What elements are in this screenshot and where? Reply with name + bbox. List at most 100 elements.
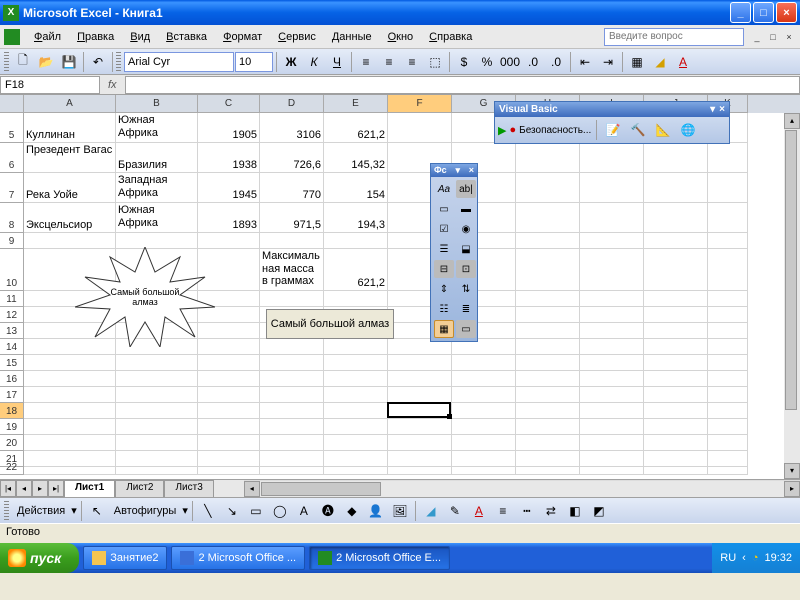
align-center-icon[interactable]: ≡ (378, 51, 400, 73)
save-icon[interactable]: 💾 (58, 51, 80, 73)
cell[interactable] (516, 291, 580, 307)
sheet-tab[interactable]: Лист2 (115, 480, 164, 497)
percent-icon[interactable]: % (476, 51, 498, 73)
cell[interactable]: Река Уойе (24, 173, 116, 203)
row-header[interactable]: 18 (0, 403, 24, 419)
cell[interactable] (260, 419, 324, 435)
row-header[interactable]: 9 (0, 233, 24, 249)
vb-close-icon[interactable]: × (719, 104, 725, 115)
row-header[interactable]: 16 (0, 371, 24, 387)
combolist-control-icon[interactable]: ⊟ (434, 260, 454, 278)
cell[interactable]: 621,2 (324, 249, 388, 291)
cell[interactable] (324, 451, 388, 467)
fc-close-icon[interactable]: × (469, 165, 474, 176)
fill-color-icon[interactable]: ◢ (420, 500, 442, 522)
cell[interactable] (580, 355, 644, 371)
help-question-input[interactable] (604, 28, 744, 46)
select-all-corner[interactable] (0, 95, 24, 113)
menu-данные[interactable]: Данные (324, 28, 380, 46)
edit-control-icon[interactable]: ab| (456, 180, 476, 198)
cell[interactable] (388, 113, 452, 143)
cell[interactable] (260, 291, 324, 307)
cell[interactable] (260, 355, 324, 371)
menu-правка[interactable]: Правка (69, 28, 122, 46)
cell[interactable] (708, 249, 748, 291)
column-header[interactable]: C (198, 95, 260, 113)
cell[interactable] (644, 355, 708, 371)
cell[interactable] (116, 355, 198, 371)
column-header[interactable]: D (260, 95, 324, 113)
decrease-decimal-icon[interactable]: .0 (545, 51, 567, 73)
cell[interactable] (516, 233, 580, 249)
cell[interactable] (260, 339, 324, 355)
cell[interactable] (644, 435, 708, 451)
script-editor-icon[interactable]: 🌐 (677, 119, 699, 141)
v-scroll-thumb[interactable] (785, 130, 797, 410)
cell[interactable]: 1938 (198, 143, 260, 173)
design-mode-icon[interactable]: 📐 (652, 119, 674, 141)
cell[interactable] (708, 403, 748, 419)
fx-icon[interactable]: fx (100, 79, 125, 91)
cell[interactable] (644, 323, 708, 339)
toolbar-grip[interactable] (4, 52, 9, 72)
cell[interactable] (388, 387, 452, 403)
start-button[interactable]: пуск (0, 543, 79, 573)
cell[interactable] (516, 323, 580, 339)
arrow-icon[interactable]: ↘ (221, 500, 243, 522)
cell[interactable] (452, 355, 516, 371)
cell[interactable]: 770 (260, 173, 324, 203)
workbook-control-icon[interactable] (4, 29, 20, 45)
clock[interactable]: 19:32 (764, 552, 792, 564)
form-controls-toolbar[interactable]: Фс ▾ × Aa ab| ▭ ▬ ☑ ◉ ☰ ⬓ ⊟ ⊡ ⇕ ⇅ ☷ ≣ ▦ … (430, 163, 478, 342)
cell[interactable] (708, 419, 748, 435)
cell[interactable] (516, 451, 580, 467)
checkbox-control-icon[interactable]: ☑ (434, 220, 454, 238)
cell[interactable] (516, 403, 580, 419)
cell[interactable] (580, 173, 644, 203)
cell[interactable]: 1945 (198, 173, 260, 203)
cell[interactable] (260, 233, 324, 249)
starburst-autoshape[interactable]: Самый большой алмаз (75, 247, 215, 347)
cell[interactable] (516, 355, 580, 371)
scroll-left-button[interactable]: ◂ (244, 481, 260, 497)
font-size-combo[interactable] (235, 52, 273, 72)
tab-first-button[interactable]: |◂ (0, 480, 16, 497)
row-header[interactable]: 22 (0, 467, 24, 475)
row-header[interactable]: 20 (0, 435, 24, 451)
cell[interactable] (116, 419, 198, 435)
cell[interactable] (198, 419, 260, 435)
cell[interactable] (644, 339, 708, 355)
cell[interactable]: 154 (324, 173, 388, 203)
cell[interactable] (708, 355, 748, 371)
cell[interactable]: Западная Африка (116, 173, 198, 203)
cell[interactable] (644, 203, 708, 233)
cell[interactable] (324, 387, 388, 403)
cell[interactable] (324, 371, 388, 387)
cell[interactable] (708, 435, 748, 451)
cell[interactable] (516, 173, 580, 203)
cell[interactable] (644, 291, 708, 307)
rectangle-icon[interactable]: ▭ (245, 500, 267, 522)
cell[interactable] (580, 371, 644, 387)
tab-next-button[interactable]: ▸ (32, 480, 48, 497)
row-header[interactable]: 5 (0, 113, 24, 143)
cell[interactable] (580, 339, 644, 355)
edit-code-icon[interactable]: ≣ (456, 300, 476, 318)
cell[interactable] (452, 451, 516, 467)
menu-формат[interactable]: Формат (215, 28, 270, 46)
cell[interactable] (198, 371, 260, 387)
cell[interactable]: Бразилия (116, 143, 198, 173)
cell[interactable] (324, 233, 388, 249)
cell[interactable] (260, 467, 324, 475)
system-tray[interactable]: RU ‹ ◔ 19:32 (712, 543, 800, 573)
cell[interactable] (644, 403, 708, 419)
cell[interactable] (580, 307, 644, 323)
spreadsheet-grid[interactable]: ABCDEFGHIJK 5678910111213141516171819202… (0, 95, 800, 479)
dash-style-icon[interactable]: ┅ (516, 500, 538, 522)
groupbox-control-icon[interactable]: ▭ (434, 200, 454, 218)
option-control-icon[interactable]: ◉ (456, 220, 476, 238)
cell[interactable] (388, 419, 452, 435)
v-scroll-track[interactable] (784, 129, 800, 463)
cell[interactable] (516, 419, 580, 435)
cell[interactable] (708, 451, 748, 467)
